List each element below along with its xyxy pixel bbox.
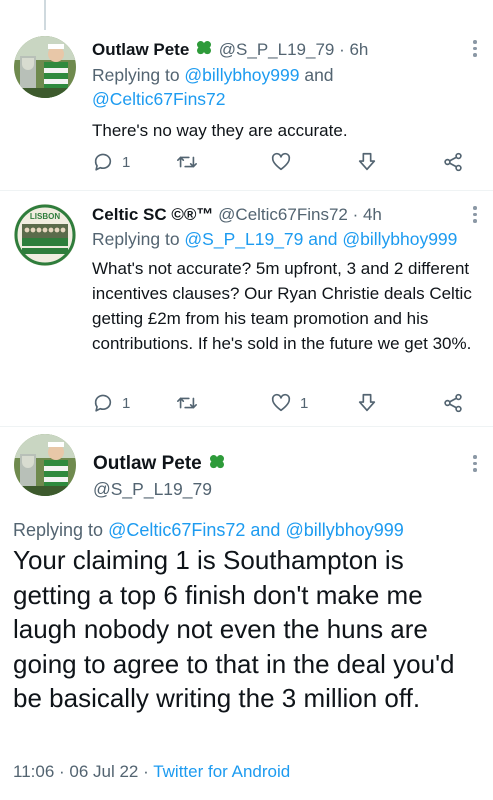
handle[interactable]: @S_P_L19_79 (93, 479, 212, 500)
like-button[interactable]: 1 (270, 392, 308, 414)
reply-icon (94, 153, 112, 171)
handle[interactable]: @S_P_L19_79 (219, 40, 335, 59)
tweet-source[interactable]: Twitter for Android (153, 762, 290, 781)
replying-to: Replying to @Celtic67Fins72 and @billybh… (13, 520, 404, 541)
like-icon (271, 393, 291, 412)
like-icon (271, 152, 291, 171)
action-bar: 1 1 (92, 392, 472, 416)
download-button[interactable] (356, 392, 378, 414)
separator: · (54, 762, 70, 781)
more-icon[interactable] (473, 40, 477, 57)
retweet-icon (177, 156, 197, 168)
separator: · (347, 205, 363, 224)
replying-prefix: Replying to (13, 520, 109, 540)
avatar-photo: LISBON (14, 204, 76, 266)
avatar[interactable]: LISBON (14, 204, 76, 266)
mention-link[interactable]: @billybhoy999 (285, 520, 403, 540)
thread-line-top (44, 0, 46, 30)
display-name[interactable]: Celtic SC ©®™ (92, 205, 213, 224)
action-bar: 1 (92, 151, 472, 175)
like-count: 1 (300, 394, 309, 412)
download-button[interactable] (356, 151, 378, 173)
reply-count: 1 (122, 153, 131, 171)
replying-prefix: Replying to (92, 229, 185, 249)
display-name[interactable]: Outlaw Pete (93, 452, 227, 475)
replying-prefix: Replying to (92, 65, 185, 85)
replying-and: and (303, 229, 343, 249)
reply-button[interactable]: 1 (92, 392, 130, 414)
mention-link[interactable]: @Celtic67Fins72 (108, 520, 245, 540)
reply-count: 1 (122, 394, 131, 412)
display-name[interactable]: Outlaw Pete (92, 40, 189, 59)
avatar[interactable] (14, 36, 76, 98)
avatar-photo (14, 36, 76, 98)
display-name-text: Outlaw Pete (93, 453, 202, 474)
tweet-date: 06 Jul 22 (69, 762, 139, 781)
share-icon (444, 152, 462, 172)
mention-link[interactable]: @billybhoy999 (342, 229, 457, 249)
share-icon (444, 393, 462, 413)
share-button[interactable] (442, 392, 464, 414)
download-icon (358, 393, 376, 412)
mention-link[interactable]: @Celtic67Fins72 (92, 89, 226, 109)
avatar[interactable] (14, 434, 76, 496)
like-button[interactable] (270, 151, 292, 173)
reply-button[interactable]: 1 (92, 151, 130, 173)
retweet-button[interactable] (176, 151, 198, 173)
tweet-text: What's not accurate? 5m upfront, 3 and 2… (92, 259, 472, 353)
tweet-time: 11:06 (13, 762, 55, 781)
more-icon[interactable] (473, 206, 477, 223)
tweet-header: Celtic SC ©®™ @Celtic67Fins72 · 4h (92, 205, 382, 225)
download-icon (358, 152, 376, 171)
tweet-meta: 11:06 · 06 Jul 22 · Twitter for Android (13, 762, 290, 782)
shamrock-icon (210, 455, 225, 469)
separator: · (334, 40, 350, 59)
replying-to: Replying to @S_P_L19_79 and @billybhoy99… (92, 227, 457, 251)
tweet-text: Your claiming 1 is Southampton is gettin… (13, 545, 455, 713)
replying-and: and (299, 65, 334, 85)
replying-to: Replying to @billybhoy999 and @Celtic67F… (92, 63, 334, 111)
reply-tweet-2[interactable]: LISBON Celtic SC ©®™ @Celtic67Fins72 · 4… (0, 190, 493, 426)
mention-link[interactable]: @S_P_L19_79 (184, 229, 303, 249)
mention-link[interactable]: @billybhoy999 (184, 65, 299, 85)
reply-icon (94, 394, 112, 412)
shamrock-icon (197, 41, 212, 55)
replying-and: and (245, 520, 286, 540)
more-icon[interactable] (473, 455, 477, 472)
timestamp[interactable]: 4h (363, 205, 382, 224)
tweet-text: There's no way they are accurate. (92, 121, 348, 140)
retweet-button[interactable] (176, 392, 198, 414)
retweet-icon (177, 397, 197, 409)
timestamp[interactable]: 6h (349, 40, 368, 59)
reply-tweet-1[interactable]: Outlaw Pete @S_P_L19_79 · 6h Replying to… (0, 0, 493, 190)
avatar-photo (14, 434, 76, 496)
share-button[interactable] (442, 151, 464, 173)
tweet-header: Outlaw Pete @S_P_L19_79 · 6h (92, 38, 368, 60)
handle[interactable]: @Celtic67Fins72 (218, 205, 348, 224)
avatar-text: LISBON (30, 212, 60, 221)
separator: · (138, 762, 154, 781)
